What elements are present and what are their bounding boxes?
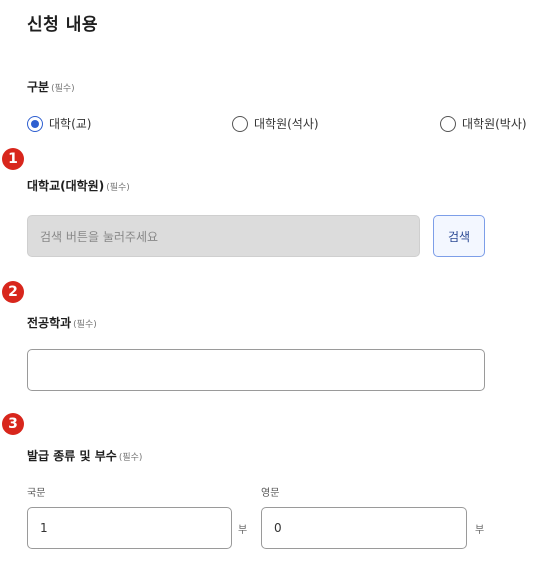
required-tag: (필수) (51, 84, 75, 94)
university-label: 대학교(대학원) (필수) (27, 177, 130, 194)
korean-copies-unit: 부 (238, 525, 248, 536)
issue-label-text: 발급 종류 및 부수 (27, 449, 117, 463)
radio-university[interactable]: 대학(교) (27, 115, 91, 132)
radio-unchecked-icon[interactable] (440, 115, 456, 132)
category-label: 구분 (필수) (27, 78, 75, 95)
required-tag: (필수) (106, 183, 130, 193)
section-title: 신청 내용 (27, 15, 98, 35)
search-button[interactable]: 검색 (433, 215, 485, 257)
issue-label: 발급 종류 및 부수 (필수) (27, 447, 142, 464)
radio-checked-icon[interactable] (27, 115, 43, 132)
radio-graduate-doctoral[interactable]: 대학원(박사) (440, 115, 527, 132)
required-tag: (필수) (118, 453, 143, 463)
major-input[interactable] (27, 349, 485, 391)
step-badge-3: 3 (2, 413, 24, 435)
major-label: 전공학과 (필수) (27, 314, 97, 331)
required-tag: (필수) (73, 320, 97, 330)
step-badge-2: 2 (2, 281, 24, 303)
university-search-input[interactable]: 검색 버튼을 눌러주세요 (27, 215, 420, 257)
step-badge-1: 1 (2, 148, 24, 170)
radio-unchecked-icon[interactable] (232, 115, 248, 132)
category-label-text: 구분 (27, 80, 50, 94)
major-label-text: 전공학과 (27, 316, 72, 330)
korean-copies-input[interactable]: 1 (27, 507, 232, 549)
radio-university-label: 대학(교) (49, 117, 92, 131)
english-copies-label: 영문 (261, 488, 280, 499)
radio-graduate-masters-label: 대학원(석사) (254, 117, 319, 131)
english-copies-unit: 부 (475, 525, 485, 536)
english-copies-input[interactable]: 0 (261, 507, 467, 549)
korean-copies-label: 국문 (27, 488, 46, 499)
radio-graduate-masters[interactable]: 대학원(석사) (232, 115, 319, 132)
radio-graduate-doctoral-label: 대학원(박사) (462, 117, 527, 131)
university-label-text: 대학교(대학원) (27, 179, 105, 193)
